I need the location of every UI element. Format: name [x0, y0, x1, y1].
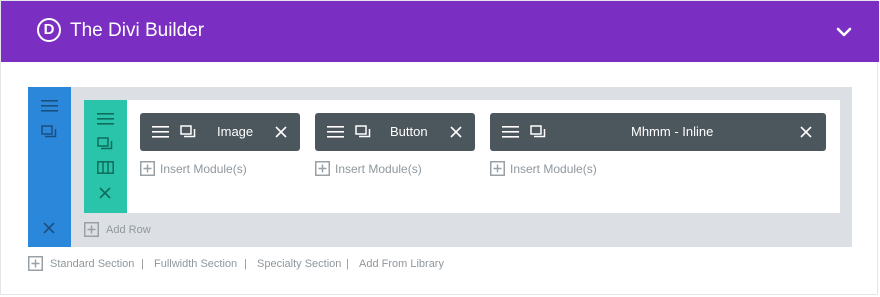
module-label: Button — [390, 124, 428, 139]
plus-icon — [28, 256, 43, 271]
specialty-section-link[interactable]: Specialty Section — [257, 257, 341, 271]
duplicate-icon[interactable] — [97, 137, 113, 150]
hamburger-icon[interactable] — [41, 99, 58, 113]
duplicate-icon[interactable] — [180, 125, 196, 138]
duplicate-icon[interactable] — [530, 125, 546, 138]
standard-section-link[interactable]: Standard Section — [50, 257, 134, 271]
builder-title: The Divi Builder — [70, 20, 205, 41]
duplicate-icon[interactable] — [41, 125, 57, 138]
insert-module-label: Insert Module(s) — [160, 162, 247, 176]
plus-icon — [315, 161, 330, 176]
plus-icon — [490, 161, 505, 176]
columns-icon[interactable] — [97, 161, 114, 174]
insert-module-label: Insert Module(s) — [510, 162, 597, 176]
close-icon[interactable] — [275, 126, 287, 138]
divi-builder-panel: D The Divi Builder Image Insert Module(s… — [0, 0, 879, 295]
separator: | — [141, 258, 144, 270]
chevron-down-icon[interactable] — [835, 23, 853, 41]
module-image[interactable]: Image — [140, 113, 300, 151]
close-icon[interactable] — [800, 126, 812, 138]
section-container: Image Insert Module(s) Button Insert Mod… — [28, 87, 852, 247]
hamburger-icon[interactable] — [152, 126, 169, 138]
add-row-label: Add Row — [106, 224, 151, 236]
duplicate-icon[interactable] — [355, 125, 371, 138]
module-label: Image — [217, 124, 254, 139]
hamburger-icon[interactable] — [97, 112, 114, 126]
separator: | — [346, 258, 349, 270]
plus-icon — [140, 161, 155, 176]
module-mhmm-inline[interactable]: Mhmm - Inline — [490, 113, 826, 151]
fullwidth-section-link[interactable]: Fullwidth Section — [154, 257, 237, 271]
hamburger-icon[interactable] — [327, 126, 344, 138]
plus-icon — [84, 222, 99, 237]
divi-logo: D — [37, 18, 61, 42]
close-icon[interactable] — [99, 187, 111, 199]
module-button[interactable]: Button — [315, 113, 475, 151]
close-icon[interactable] — [450, 126, 462, 138]
separator: | — [244, 258, 247, 270]
section-toolbar — [28, 87, 71, 247]
module-label: Mhmm - Inline — [631, 124, 714, 139]
add-from-library-link[interactable]: Add From Library — [359, 257, 444, 271]
close-icon[interactable] — [43, 222, 55, 234]
row-toolbar — [84, 100, 127, 213]
builder-header: D The Divi Builder — [1, 1, 879, 62]
hamburger-icon[interactable] — [502, 126, 519, 138]
insert-module-label: Insert Module(s) — [335, 162, 422, 176]
row-container: Image Insert Module(s) Button Insert Mod… — [84, 100, 840, 213]
